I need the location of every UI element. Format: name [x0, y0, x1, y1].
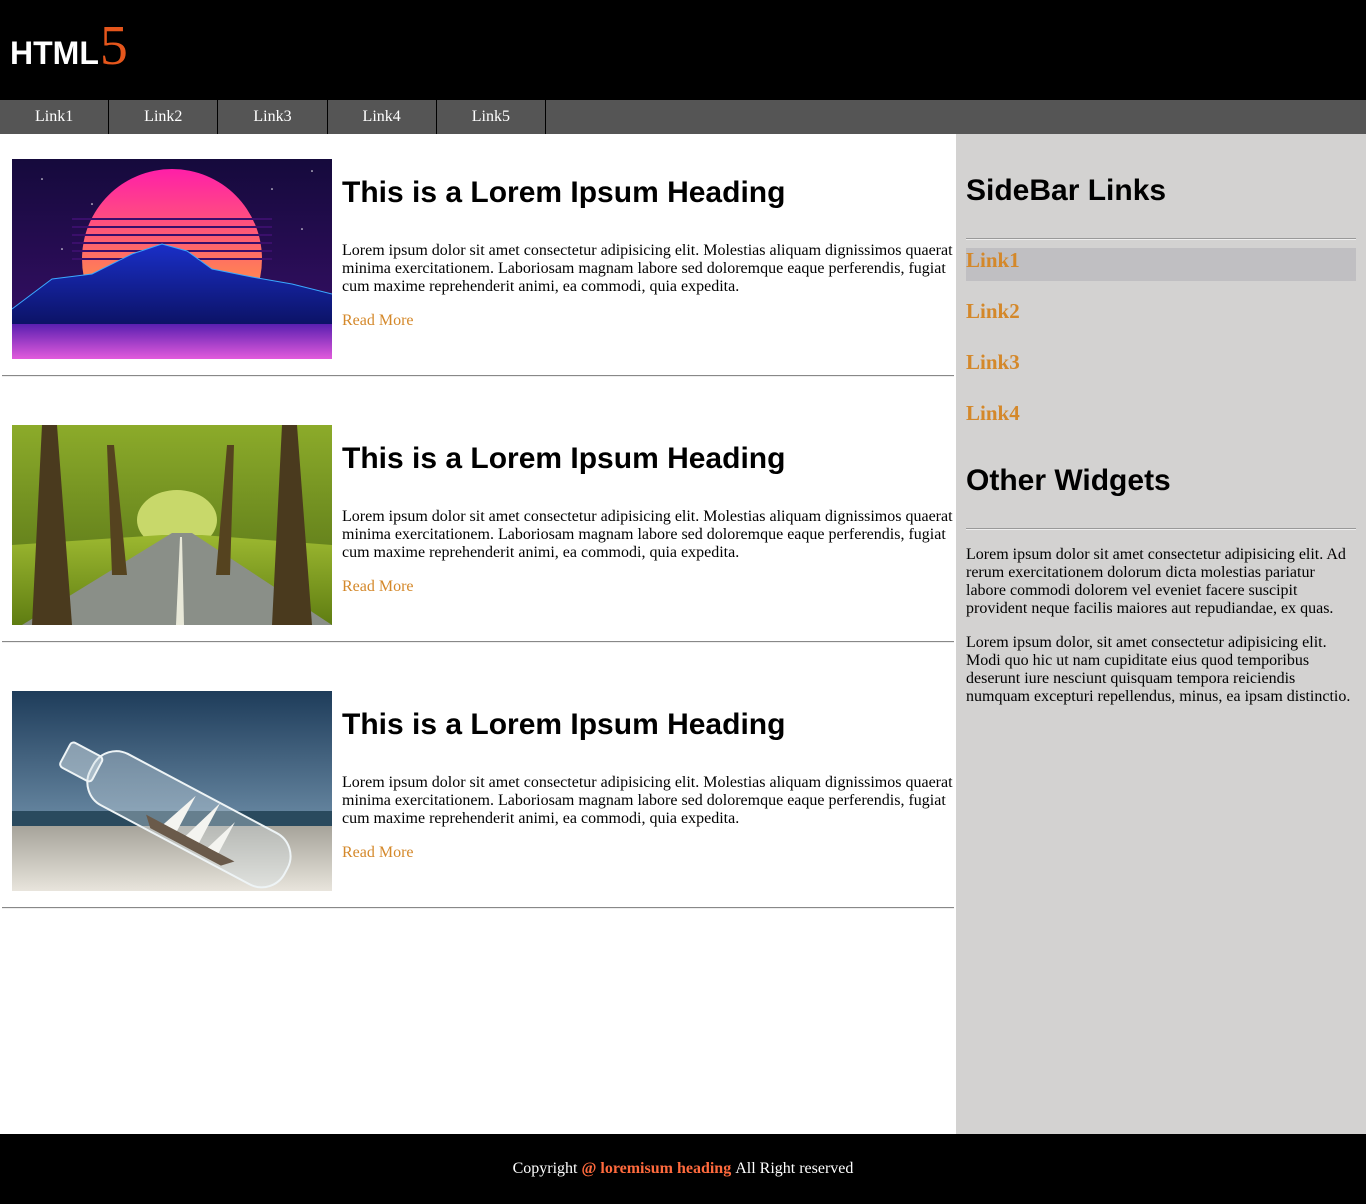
logo[interactable]: HTML 5 [10, 18, 128, 74]
widget-paragraph: Lorem ipsum dolor sit amet consectetur a… [966, 546, 1346, 617]
post-title: This is a Lorem Ipsum Heading [342, 176, 786, 209]
post-body: Lorem ipsum dolor sit amet consectetur a… [342, 508, 953, 561]
post-body: Lorem ipsum dolor sit amet consectetur a… [342, 242, 953, 295]
post-title: This is a Lorem Ipsum Heading [342, 708, 786, 741]
post-divider [2, 907, 954, 909]
logo-text: HTML [10, 35, 99, 71]
top-nav: Link1 Link2 Link3 Link4 Link5 [0, 100, 1366, 134]
nav-link-1[interactable]: Link1 [0, 100, 110, 134]
read-more-link[interactable]: Read More [342, 844, 414, 862]
post-divider [2, 375, 954, 377]
sidebar-links-heading: SideBar Links [966, 174, 1167, 207]
sidebar-divider [966, 238, 1356, 240]
footer-rights-text: All Right reserved [735, 1160, 854, 1177]
other-widgets-heading: Other Widgets [966, 464, 1171, 497]
site-footer: Copyright @ loremisum heading All Right … [0, 1134, 1366, 1204]
sidebar-link-1[interactable]: Link1 [966, 248, 1356, 281]
footer-brand-link[interactable]: @ loremisum heading [581, 1160, 731, 1178]
forest-road-image[interactable] [12, 425, 332, 625]
nav-link-5[interactable]: Link5 [437, 100, 546, 134]
widget-paragraph: Lorem ipsum dolor, sit amet consectetur … [966, 634, 1351, 705]
post-card: This is a Lorem Ipsum Heading Lorem ipsu… [0, 666, 956, 910]
sidebar-link-2[interactable]: Link2 [966, 299, 1356, 332]
synthwave-sunset-mountains-image[interactable] [12, 159, 332, 359]
sidebar-divider [966, 528, 1356, 530]
sidebar-link-3[interactable]: Link3 [966, 350, 1356, 383]
nav-link-2[interactable]: Link2 [109, 100, 219, 134]
post-card: This is a Lorem Ipsum Heading Lorem ipsu… [0, 134, 956, 378]
post-divider [2, 641, 954, 643]
site-header: HTML 5 [0, 0, 1366, 100]
nav-link-4[interactable]: Link4 [328, 100, 437, 134]
read-more-link[interactable]: Read More [342, 578, 414, 596]
nav-link-3[interactable]: Link3 [218, 100, 328, 134]
post-card: This is a Lorem Ipsum Heading Lorem ipsu… [0, 400, 956, 644]
footer-copyright-prefix: Copyright [512, 1160, 578, 1177]
main-content: This is a Lorem Ipsum Heading Lorem ipsu… [0, 134, 956, 1134]
post-title: This is a Lorem Ipsum Heading [342, 442, 786, 475]
ship-in-bottle-beach-image[interactable] [12, 691, 332, 891]
post-body: Lorem ipsum dolor sit amet consectetur a… [342, 774, 953, 827]
read-more-link[interactable]: Read More [342, 312, 414, 330]
logo-number: 5 [99, 15, 128, 77]
sidebar-link-4[interactable]: Link4 [966, 401, 1356, 434]
sidebar: SideBar Links Link1 Link2 Link3 Link4 Ot… [956, 134, 1366, 1134]
